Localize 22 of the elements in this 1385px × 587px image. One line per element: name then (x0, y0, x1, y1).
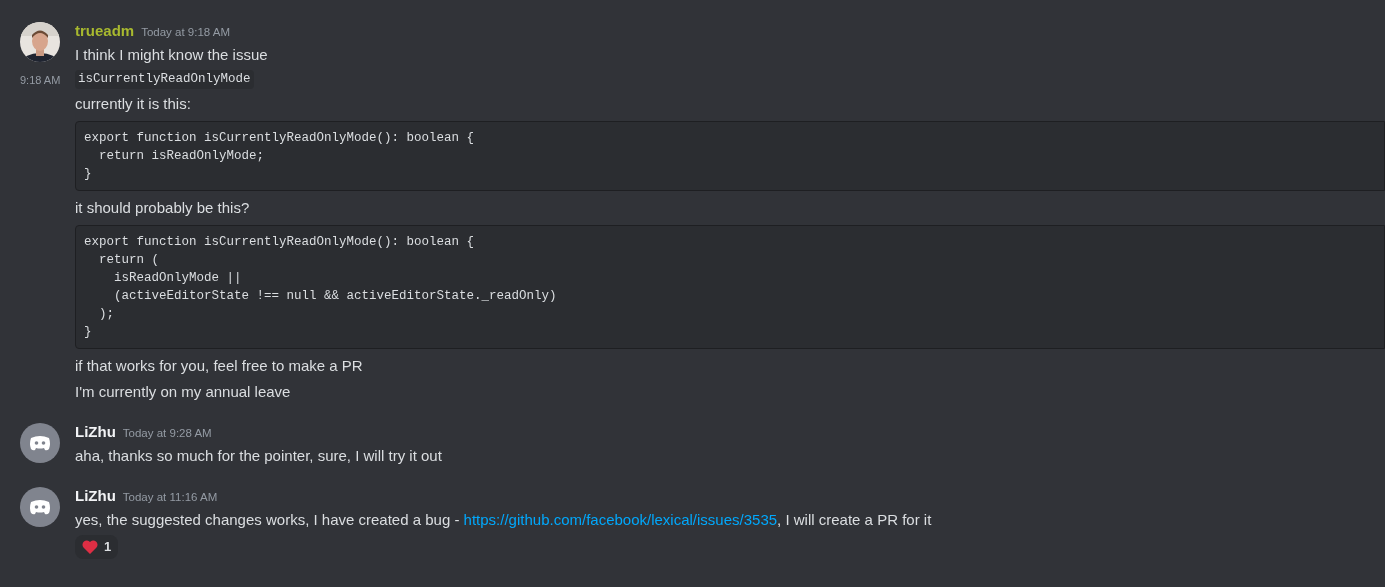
author-name[interactable]: LiZhu (75, 421, 116, 444)
message-text: it should probably be this? (75, 198, 251, 218)
code-block: export function isCurrentlyReadOnlyMode(): boolean { return ( isReadOnlyMode || (activeEditorState !== null && activeEditorState._readOnly) ); } (75, 225, 1385, 349)
timestamp: Today at 9:28 AM (122, 426, 212, 441)
reaction-button[interactable]: 1 (75, 535, 119, 559)
code-block: export function isCurrentlyReadOnlyMode(): boolean { return isReadOnlyMode; } (75, 121, 1385, 191)
timestamp: Today at 9:18 AM (141, 25, 231, 40)
message-text: currently it is this: (75, 94, 192, 114)
message-text: aha, thanks so much for the pointer, sure, I will try it out (75, 446, 443, 466)
timestamp: Today at 11:16 AM (122, 490, 218, 505)
message-text: I think I might know the issue (75, 45, 269, 65)
author-name[interactable]: trueadm (75, 20, 135, 43)
message-text: I'm currently on my annual leave (75, 382, 292, 402)
heart-icon (82, 540, 98, 554)
message-text: yes, the suggested changes works, I have created a bug - (75, 510, 461, 530)
avatar-icon (20, 487, 60, 527)
author-name[interactable]: LiZhu (75, 485, 116, 508)
message-text: if that works for you, feel free to make a PR (75, 356, 364, 376)
message-text: , I will create a PR for it (777, 510, 932, 530)
hover-timestamp: 9:18 AM (20, 73, 61, 88)
avatar-icon (20, 423, 60, 463)
inline-code: isCurrentlyReadOnlyMode (75, 70, 254, 89)
